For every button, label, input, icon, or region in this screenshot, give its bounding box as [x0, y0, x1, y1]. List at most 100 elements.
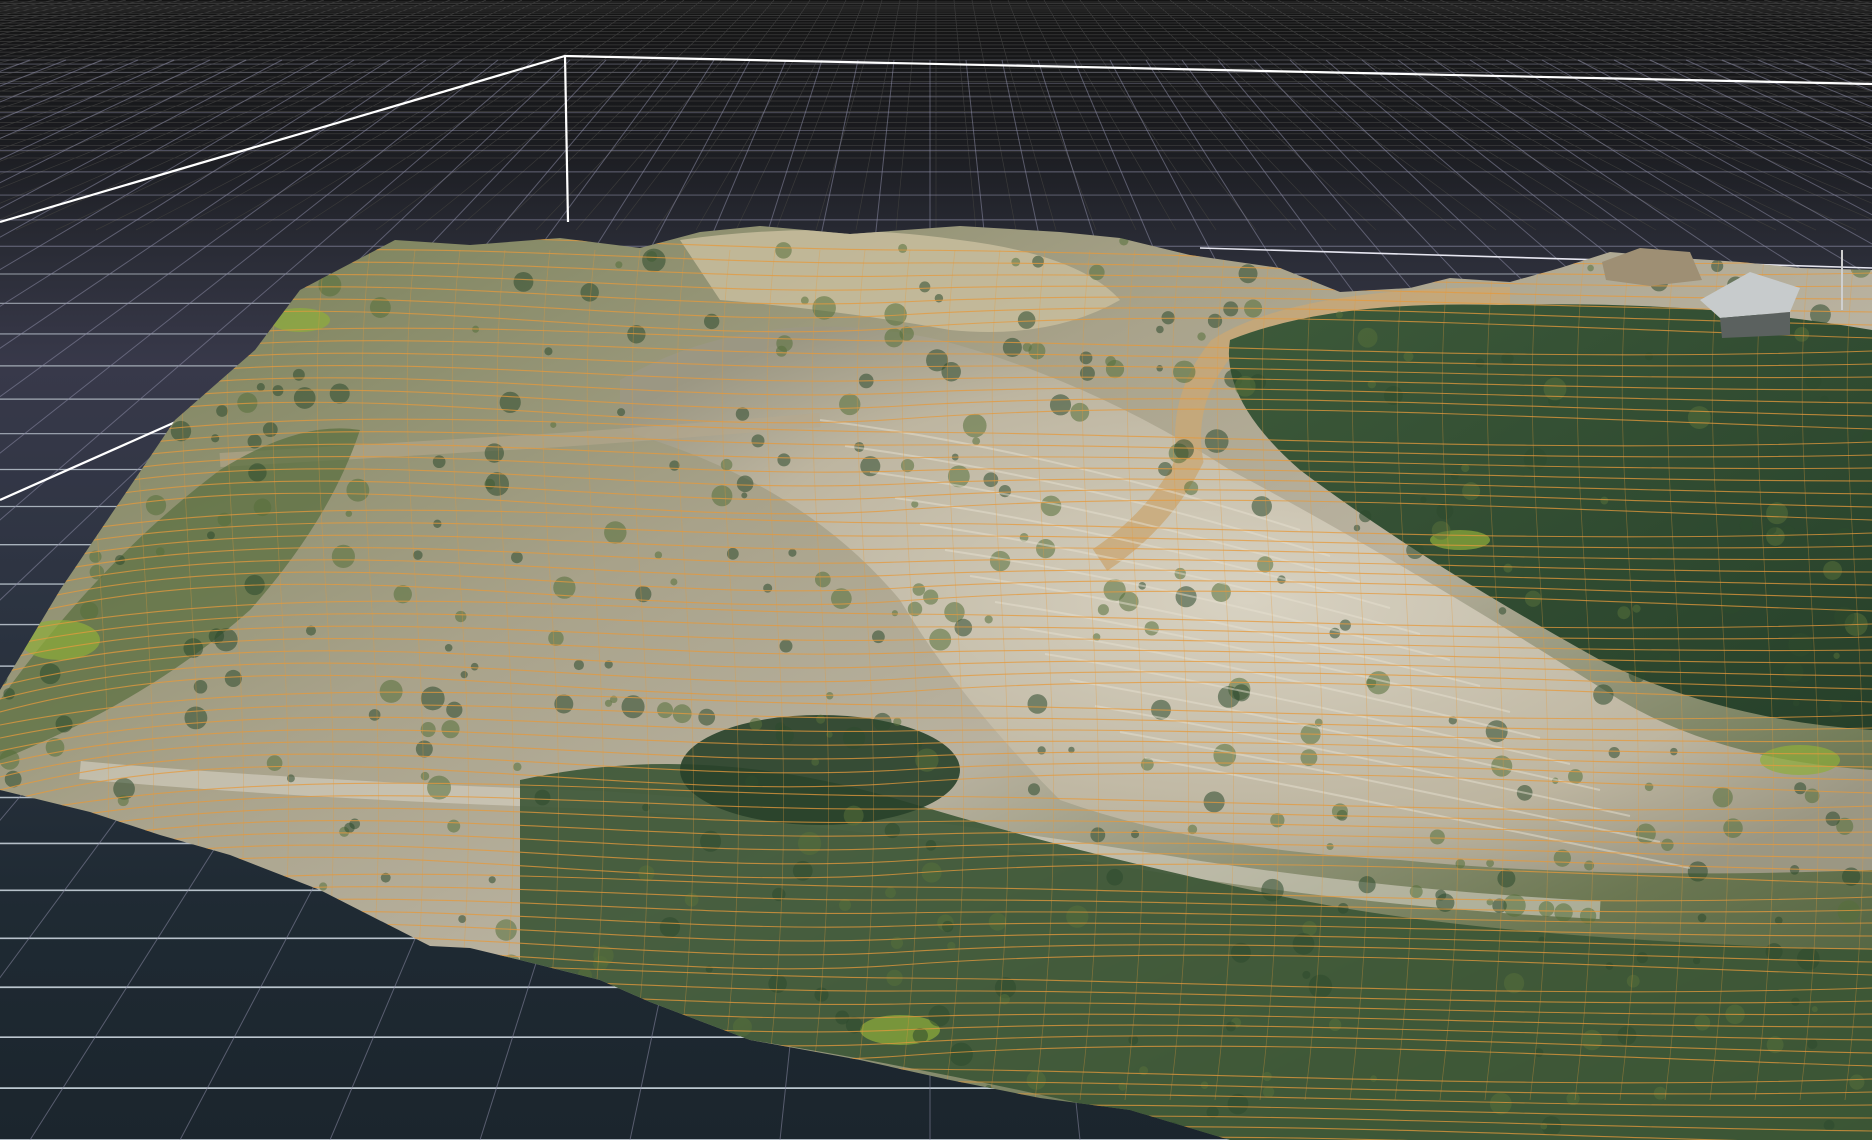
- shrub: [266, 755, 283, 771]
- shrub: [368, 709, 381, 721]
- shrub: [1420, 496, 1427, 503]
- shrub: [544, 347, 553, 356]
- shrub: [1720, 592, 1742, 614]
- shrub: [1844, 242, 1856, 254]
- shrub: [949, 1042, 973, 1067]
- shrub: [1251, 496, 1272, 517]
- shrub: [1423, 256, 1437, 270]
- shrub: [1090, 827, 1106, 843]
- shrub: [117, 285, 130, 299]
- shrub: [1184, 480, 1199, 496]
- shrub: [1197, 332, 1206, 341]
- shrub: [1066, 905, 1089, 928]
- shrub: [168, 1095, 190, 1117]
- shrub: [496, 1097, 503, 1104]
- shrub: [923, 589, 939, 605]
- shrub: [1608, 746, 1620, 759]
- shrub: [413, 550, 423, 560]
- shrub: [1223, 301, 1239, 317]
- shrub: [1636, 952, 1648, 964]
- shrub: [1692, 957, 1701, 965]
- shrub: [458, 915, 467, 924]
- shrub: [242, 883, 260, 900]
- shrub: [227, 884, 249, 907]
- shrub: [248, 463, 267, 482]
- shrub: [310, 948, 327, 965]
- shrub: [1644, 782, 1654, 792]
- shrub: [368, 1075, 385, 1092]
- shrub: [1593, 684, 1614, 705]
- shrub: [1711, 259, 1724, 273]
- shrub: [1783, 661, 1804, 683]
- shrub: [347, 1101, 358, 1113]
- shrub: [736, 475, 754, 493]
- shrub: [1825, 811, 1841, 827]
- shrub: [573, 659, 584, 671]
- shrub: [1027, 694, 1048, 714]
- shrub: [800, 296, 809, 305]
- shrub: [806, 1107, 830, 1131]
- terrain-scene[interactable]: [0, 0, 1872, 1140]
- shrub: [224, 669, 242, 688]
- shrub: [983, 472, 999, 488]
- shrub: [1335, 311, 1343, 319]
- shrub: [898, 243, 908, 253]
- shrub: [47, 429, 70, 453]
- shrub: [216, 405, 228, 417]
- shrub: [439, 1028, 454, 1043]
- shrub: [311, 1120, 326, 1135]
- shrub: [777, 453, 791, 467]
- shrub: [1337, 902, 1349, 914]
- shrub: [1492, 898, 1507, 914]
- shrub: [1659, 652, 1672, 665]
- shrub: [1628, 666, 1646, 683]
- shrub: [1403, 351, 1414, 362]
- shrub: [507, 1068, 525, 1086]
- shrub: [816, 714, 826, 724]
- shrub: [1326, 842, 1334, 851]
- shrub: [420, 686, 445, 711]
- 3d-viewport[interactable]: [0, 0, 1872, 1140]
- shrub: [984, 615, 993, 624]
- shrub: [1739, 518, 1753, 532]
- shrub: [942, 920, 954, 933]
- shrub: [488, 876, 496, 884]
- shrub: [1657, 544, 1669, 556]
- shrub: [224, 1060, 244, 1080]
- shrub: [1128, 1034, 1139, 1045]
- shrub: [1807, 1039, 1818, 1050]
- shrub: [446, 701, 463, 718]
- shrub: [1712, 787, 1733, 808]
- shrub: [1079, 351, 1093, 365]
- shrub: [510, 551, 523, 564]
- shrub: [1837, 900, 1860, 923]
- bounding-box-vertical-edge: [563, 55, 570, 223]
- shrub: [213, 990, 234, 1011]
- shrub: [1617, 606, 1631, 620]
- shrub: [666, 1095, 680, 1109]
- shrub: [90, 238, 99, 247]
- shrub: [1765, 943, 1783, 961]
- shrub: [797, 831, 822, 856]
- shrub: [67, 843, 92, 868]
- shrub: [593, 1059, 604, 1069]
- shrub: [44, 1050, 67, 1073]
- shrub: [1173, 439, 1194, 460]
- shrub: [155, 547, 165, 557]
- shrub: [419, 1084, 432, 1097]
- shrub: [455, 610, 467, 623]
- shrub: [447, 819, 461, 833]
- shrub: [885, 887, 896, 899]
- shrub: [444, 643, 453, 652]
- shrub: [344, 822, 355, 834]
- shrub: [366, 938, 377, 949]
- shrub: [654, 551, 663, 559]
- shrub: [873, 712, 892, 732]
- shrub: [274, 1066, 282, 1074]
- shrub: [1789, 865, 1800, 875]
- shrub: [27, 510, 45, 528]
- shrub: [140, 1029, 149, 1037]
- shrub: [893, 717, 902, 726]
- shrub: [1581, 1029, 1603, 1051]
- shrub: [871, 630, 885, 644]
